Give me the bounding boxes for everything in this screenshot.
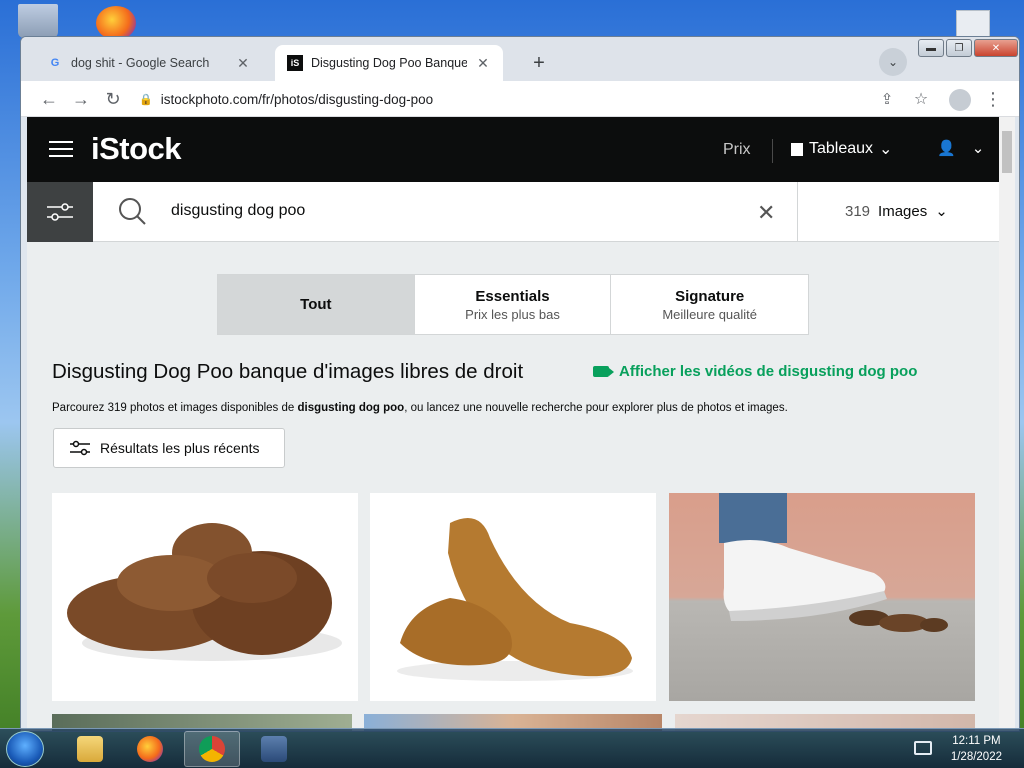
lock-icon[interactable]: 🔒 bbox=[139, 93, 153, 106]
reload-button[interactable]: ↻ bbox=[99, 85, 127, 113]
shoe-stepping-image bbox=[719, 493, 948, 632]
desc-query: disgusting dog poo bbox=[297, 402, 405, 414]
browser-window: G dog shit - Google Search ✕ iS Disgusti… bbox=[20, 36, 1020, 732]
taskbar: 12:11 PM 1/28/2022 bbox=[0, 728, 1024, 768]
account-menu[interactable]: 👤 ⌄ bbox=[937, 139, 984, 157]
taskbar-explorer[interactable] bbox=[62, 731, 118, 767]
chevron-down-icon: ⌄ bbox=[879, 141, 893, 158]
result-image[interactable] bbox=[370, 493, 656, 701]
site-header: iStock Prix Tableaux ⌄ 👤 ⌄ bbox=[27, 117, 999, 182]
page-title: Disgusting Dog Poo banque d'images libre… bbox=[52, 360, 524, 383]
poop-log-image bbox=[397, 518, 633, 681]
tab-signature[interactable]: Signature Meilleure qualité bbox=[611, 275, 808, 334]
search-input[interactable]: disgusting dog poo bbox=[171, 202, 305, 220]
google-favicon-icon: G bbox=[50, 57, 60, 69]
share-icon[interactable]: ⇪ bbox=[873, 85, 901, 113]
virtualbox-icon bbox=[261, 736, 287, 762]
network-icon[interactable] bbox=[914, 741, 932, 755]
address-bar[interactable]: 🔒 istockphoto.com/fr/photos/disgusting-d… bbox=[139, 85, 903, 113]
firefox-desktop-icon[interactable] bbox=[96, 6, 136, 40]
result-count: 319 bbox=[845, 202, 871, 220]
scroll-thumb[interactable] bbox=[1002, 131, 1012, 173]
sort-button[interactable]: Résultats les plus récents bbox=[53, 428, 285, 468]
new-tab-button[interactable]: + bbox=[525, 49, 553, 77]
tab-google-search[interactable]: G dog shit - Google Search ✕ bbox=[35, 45, 263, 81]
tab-istock[interactable]: iS Disgusting Dog Poo Banque d'im ✕ bbox=[275, 45, 503, 81]
media-type-label: Images bbox=[878, 202, 928, 220]
collection-tabs: Tout Essentials Prix les plus bas Signat… bbox=[217, 274, 809, 335]
chevron-down-icon: ⌄ bbox=[971, 140, 985, 157]
tab-strip: G dog shit - Google Search ✕ iS Disgusti… bbox=[21, 37, 1019, 81]
chevron-down-icon: ⌄ bbox=[935, 203, 948, 220]
tab-title: Disgusting Dog Poo Banque d'im bbox=[311, 56, 467, 70]
browser-menu-icon[interactable]: ⋮ bbox=[979, 85, 1007, 113]
nav-prix-link[interactable]: Prix bbox=[723, 141, 751, 159]
tier-name: Tout bbox=[300, 296, 332, 313]
close-tab-icon[interactable]: ✕ bbox=[235, 55, 251, 72]
bookmark-star-icon[interactable]: ☆ bbox=[907, 85, 935, 113]
results-description: Parcourez 319 photos et images disponibl… bbox=[52, 402, 788, 414]
page-scrollbar[interactable] bbox=[999, 117, 1015, 731]
tier-name: Signature bbox=[675, 287, 745, 305]
nav-boards-label: Tableaux bbox=[809, 140, 874, 157]
search-divider bbox=[797, 182, 798, 242]
search-bar: disgusting dog poo ✕ 319 Images ⌄ bbox=[27, 182, 999, 242]
nav-divider bbox=[772, 139, 773, 163]
istock-favicon-icon: iS bbox=[287, 55, 303, 71]
istock-logo[interactable]: iStock bbox=[91, 131, 182, 167]
recycle-bin-icon[interactable] bbox=[18, 4, 58, 38]
result-image[interactable] bbox=[52, 493, 358, 701]
tray-clock[interactable]: 12:11 PM 1/28/2022 bbox=[951, 733, 1002, 765]
poop-pile-image bbox=[67, 523, 342, 661]
sort-label: Résultats les plus récents bbox=[100, 440, 260, 456]
sliders-icon bbox=[47, 203, 73, 221]
tab-search-button[interactable]: ⌄ bbox=[879, 48, 907, 76]
forward-button[interactable]: → bbox=[67, 85, 95, 113]
folder-icon bbox=[77, 736, 103, 762]
browser-toolbar: ← → ↻ 🔒 istockphoto.com/fr/photos/disgus… bbox=[21, 81, 1019, 117]
taskbar-virtualbox[interactable] bbox=[246, 731, 302, 767]
clock-date: 1/28/2022 bbox=[950, 751, 1002, 763]
tab-essentials[interactable]: Essentials Prix les plus bas bbox=[415, 275, 612, 334]
url-text: istockphoto.com/fr/photos/disgusting-dog… bbox=[160, 91, 434, 107]
close-window-button[interactable]: ✕ bbox=[974, 39, 1018, 57]
close-tab-icon[interactable]: ✕ bbox=[475, 55, 491, 72]
hamburger-menu-icon[interactable] bbox=[49, 141, 73, 159]
nav-boards-dropdown[interactable]: Tableaux ⌄ bbox=[791, 139, 892, 159]
tier-subtitle: Meilleure qualité bbox=[662, 306, 758, 322]
tier-name: Essentials bbox=[475, 287, 550, 305]
taskbar-firefox[interactable] bbox=[122, 731, 178, 767]
video-camera-icon bbox=[593, 366, 614, 377]
maximize-button[interactable]: ❐ bbox=[946, 39, 972, 57]
sort-sliders-icon bbox=[70, 440, 90, 456]
tier-subtitle: Prix les plus bas bbox=[465, 306, 560, 322]
clear-search-icon[interactable]: ✕ bbox=[757, 200, 775, 226]
tab-tout[interactable]: Tout bbox=[218, 275, 415, 334]
profile-avatar[interactable] bbox=[949, 89, 971, 111]
desc-suffix: , ou lancez une nouvelle recherche pour … bbox=[404, 402, 788, 414]
minimize-button[interactable]: ▬ bbox=[918, 39, 944, 57]
search-icon bbox=[119, 198, 146, 225]
desc-prefix: Parcourez 319 photos et images disponibl… bbox=[52, 402, 298, 414]
result-image[interactable] bbox=[669, 493, 975, 701]
video-results-link[interactable]: Afficher les vidéos de disgusting dog po… bbox=[593, 363, 917, 380]
filters-button[interactable] bbox=[27, 182, 93, 242]
firefox-icon bbox=[137, 736, 163, 762]
boards-icon bbox=[791, 142, 803, 156]
start-button[interactable] bbox=[6, 731, 44, 767]
taskbar-chrome[interactable] bbox=[184, 731, 240, 767]
chrome-icon bbox=[199, 736, 225, 762]
back-button[interactable]: ← bbox=[35, 85, 63, 113]
clock-time: 12:11 PM bbox=[952, 735, 1001, 747]
page-viewport: iStock Prix Tableaux ⌄ 👤 ⌄ disgusting do… bbox=[27, 117, 999, 731]
user-icon: 👤 bbox=[937, 140, 956, 157]
media-type-dropdown[interactable]: 319 Images ⌄ bbox=[845, 202, 948, 221]
tab-title: dog shit - Google Search bbox=[71, 56, 210, 70]
video-link-label: Afficher les vidéos de disgusting dog po… bbox=[619, 363, 918, 380]
